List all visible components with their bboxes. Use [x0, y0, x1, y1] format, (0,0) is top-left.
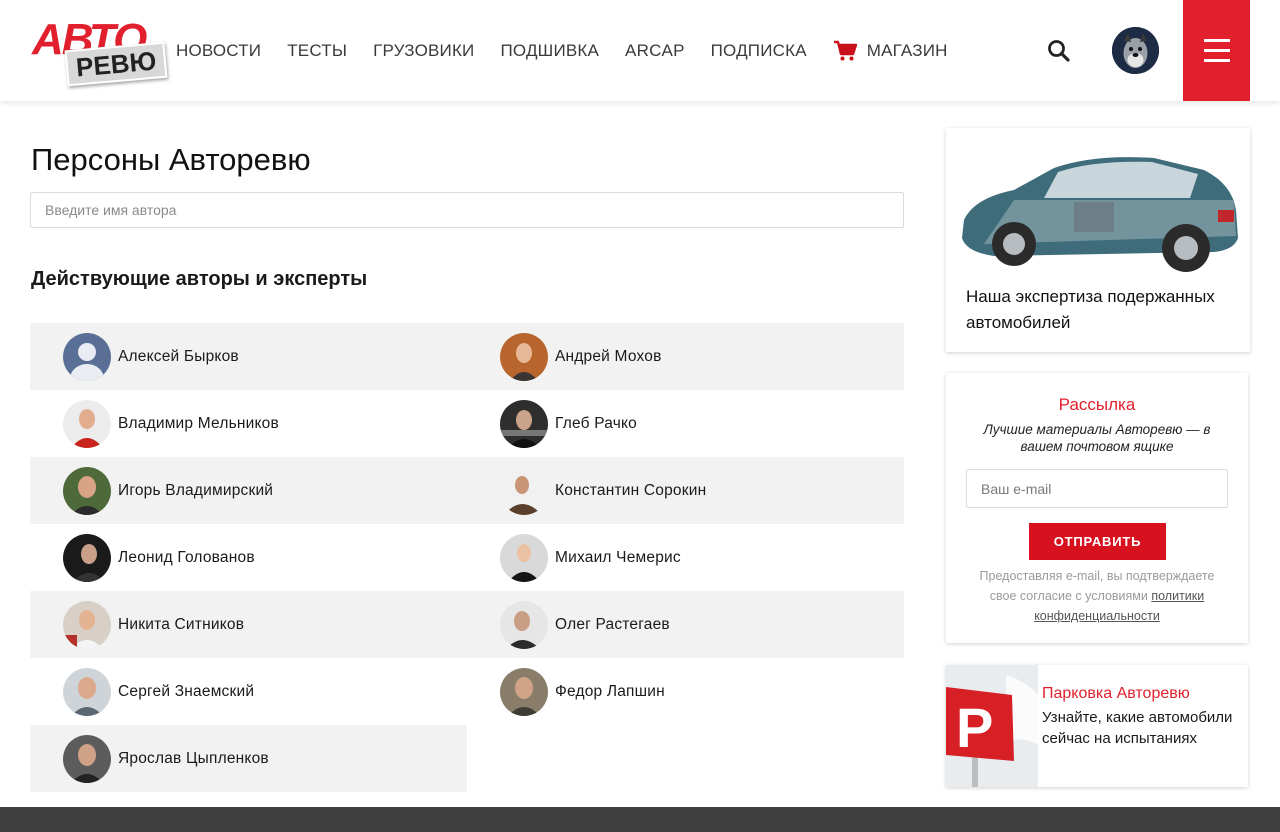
author-name: Леонид Голованов: [118, 548, 255, 566]
author-avatar: [63, 466, 111, 515]
authors-list: Алексей Бырков Андрей Мохов Владимир Мел…: [30, 323, 904, 792]
consent-text: Предоставляя e-mail, вы подтверждаете св…: [966, 566, 1228, 626]
newsletter-card: Рассылка Лучшие материалы Авторевю — в в…: [946, 373, 1248, 643]
author-name: Алексей Бырков: [118, 347, 239, 365]
author-avatar: [500, 466, 548, 515]
author-item[interactable]: Алексей Бырков: [30, 323, 467, 390]
author-item[interactable]: Владимир Мельников: [30, 390, 467, 457]
author-name: Ярослав Цыпленков: [118, 749, 269, 767]
used-cars-expertise-card[interactable]: Наша экспертиза подержанных автомобилей: [946, 128, 1250, 352]
cart-icon: [833, 40, 857, 60]
nav-subscription[interactable]: ПОДПИСКА: [711, 41, 807, 61]
newsletter-subtitle: Лучшие материалы Авторевю — в вашем почт…: [983, 422, 1211, 454]
authors-row: Игорь Владимирский Константин Сорокин: [30, 457, 904, 524]
site-footer: [0, 807, 1280, 832]
authors-row: Никита Ситников Олег Растегаев: [30, 591, 904, 658]
nav-news[interactable]: НОВОСТИ: [176, 41, 261, 61]
menu-icon-bar: [1203, 39, 1230, 42]
author-name: Олег Растегаев: [555, 615, 670, 633]
author-item[interactable]: Игорь Владимирский: [30, 457, 467, 524]
empty-cell: [467, 725, 904, 792]
nav-shop[interactable]: МАГАЗИН: [833, 40, 948, 62]
author-avatar: [63, 734, 111, 783]
author-name: Михаил Чемерис: [555, 548, 681, 566]
main-nav: НОВОСТИ ТЕСТЫ ГРУЗОВИКИ ПОДШИВКА ARCAP П…: [176, 0, 974, 101]
svg-text:P: P: [956, 696, 993, 759]
authors-row: Сергей Знаемский Федор Лапшин: [30, 658, 904, 725]
author-item[interactable]: Никита Ситников: [30, 591, 467, 658]
parking-card[interactable]: P Парковка Авторевю Узнайте, какие автом…: [946, 665, 1248, 787]
author-avatar: [63, 600, 111, 649]
author-item[interactable]: Федор Лапшин: [467, 658, 904, 725]
nav-tests[interactable]: ТЕСТЫ: [287, 41, 347, 61]
author-avatar: [63, 332, 111, 381]
page-title: Персоны Авторевю: [31, 142, 311, 177]
parking-title: Парковка Авторевю: [1042, 685, 1190, 702]
logo-text-bottom: РЕВЮ: [64, 41, 168, 87]
author-avatar: [500, 332, 548, 381]
nav-shop-label: МАГАЗИН: [866, 40, 948, 60]
author-item[interactable]: Олег Растегаев: [467, 591, 904, 658]
email-field[interactable]: [966, 469, 1228, 508]
parking-text: Узнайте, какие автомобили сейчас на испы…: [1042, 709, 1233, 747]
author-item[interactable]: Михаил Чемерис: [467, 524, 904, 591]
author-item[interactable]: Ярослав Цыпленков: [30, 725, 467, 792]
author-name: Владимир Мельников: [118, 414, 279, 432]
author-item[interactable]: Сергей Знаемский: [30, 658, 467, 725]
author-name: Никита Ситников: [118, 615, 245, 633]
author-item[interactable]: Константин Сорокин: [467, 457, 904, 524]
parking-sign-image: P: [946, 665, 1038, 787]
newsletter-title: Рассылка: [1058, 395, 1136, 414]
author-avatar: [63, 533, 111, 582]
author-search-input[interactable]: [30, 192, 904, 228]
author-avatar: [500, 399, 548, 448]
site-logo[interactable]: АВТО РЕВЮ: [32, 18, 168, 87]
author-avatar: [500, 600, 548, 649]
menu-icon-bar: [1203, 49, 1230, 52]
author-name: Сергей Знаемский: [118, 682, 255, 700]
search-icon[interactable]: [1046, 38, 1072, 64]
author-avatar: [63, 667, 111, 716]
author-avatar: [63, 399, 111, 448]
nav-arcap[interactable]: ARCAP: [625, 41, 685, 61]
user-avatar[interactable]: [1112, 27, 1159, 74]
menu-icon-bar: [1203, 59, 1230, 62]
author-item[interactable]: Леонид Голованов: [30, 524, 467, 591]
author-name: Игорь Владимирский: [118, 481, 274, 499]
author-name: Константин Сорокин: [555, 481, 707, 499]
site-header: АВТО РЕВЮ НОВОСТИ ТЕСТЫ ГРУЗОВИКИ ПОДШИВ…: [0, 0, 1280, 101]
author-item[interactable]: Глеб Рачко: [467, 390, 904, 457]
author-item[interactable]: Андрей Мохов: [467, 323, 904, 390]
expertise-caption: Наша экспертиза подержанных автомобилей: [966, 287, 1215, 332]
author-avatar: [500, 667, 548, 716]
nav-archive[interactable]: ПОДШИВКА: [500, 41, 599, 61]
authors-row: Леонид Голованов Михаил Чемерис: [30, 524, 904, 591]
authors-row: Владимир Мельников Глеб Рачко: [30, 390, 904, 457]
author-name: Глеб Рачко: [555, 414, 637, 432]
dog-avatar-icon: [1112, 27, 1159, 74]
authors-row: Ярослав Цыпленков: [30, 725, 904, 792]
author-name: Федор Лапшин: [555, 682, 665, 700]
authors-row: Алексей Бырков Андрей Мохов: [30, 323, 904, 390]
car-cutaway-image: [962, 157, 1238, 272]
author-name: Андрей Мохов: [555, 347, 662, 365]
section-title: Действующие авторы и эксперты: [31, 268, 368, 290]
author-avatar: [500, 533, 548, 582]
menu-button[interactable]: [1183, 0, 1250, 101]
nav-trucks[interactable]: ГРУЗОВИКИ: [373, 41, 474, 61]
subscribe-button[interactable]: ОТПРАВИТЬ: [1029, 523, 1166, 560]
